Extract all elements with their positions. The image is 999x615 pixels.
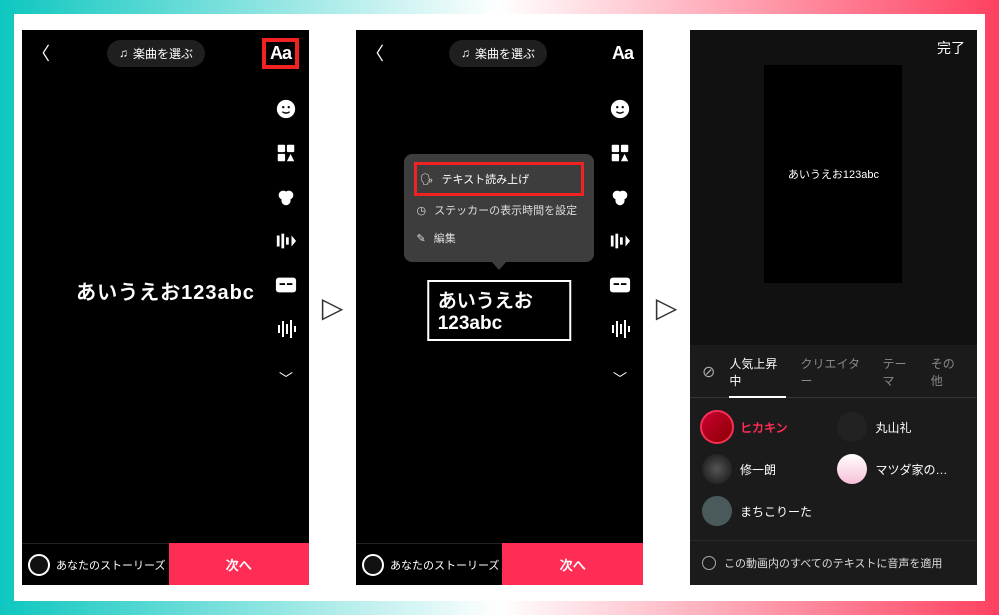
voice-icon[interactable] xyxy=(273,316,299,342)
next-button[interactable]: 次へ xyxy=(169,543,310,585)
video-preview: あいうえお123abc xyxy=(763,64,903,284)
voice-name: 修一朗 xyxy=(740,461,776,478)
music-pill-label: 楽曲を選ぶ xyxy=(133,45,193,62)
done-button[interactable]: 完了 xyxy=(937,38,965,58)
voice-option[interactable]: ヒカキン xyxy=(702,412,830,442)
clock-icon: ◷ xyxy=(416,204,426,217)
filters-icon[interactable] xyxy=(607,184,633,210)
tab-theme[interactable]: テーマ xyxy=(882,355,916,389)
no-voice-icon[interactable]: ⊘ xyxy=(702,362,715,382)
avatar xyxy=(28,554,50,576)
voice-avatar xyxy=(702,454,732,484)
voice-name: マツダ家の… xyxy=(875,461,947,478)
back-icon[interactable]: 〈 xyxy=(366,40,384,66)
menu-set-duration[interactable]: ◷ ステッカーの表示時間を設定 xyxy=(414,196,584,224)
your-stories-button[interactable]: あなたのストーリーズ xyxy=(356,543,503,585)
tab-creator[interactable]: クリエイター xyxy=(800,355,868,389)
voice-avatar xyxy=(702,496,732,526)
voice-name: ヒカキン xyxy=(740,419,788,436)
editor-side-toolbar: ﹀ xyxy=(607,96,633,392)
next-button[interactable]: 次へ xyxy=(502,543,643,585)
voice-option[interactable]: 丸山礼 xyxy=(837,412,965,442)
chevron-down-icon[interactable]: ﹀ xyxy=(273,366,299,392)
text-tool-button[interactable]: Aa xyxy=(262,38,299,69)
select-music-button[interactable]: ♫ 楽曲を選ぶ xyxy=(107,40,205,67)
voice-icon[interactable] xyxy=(607,316,633,342)
audio-edit-icon[interactable] xyxy=(607,228,633,254)
captions-icon[interactable] xyxy=(607,272,633,298)
voice-avatar xyxy=(702,412,732,442)
chevron-down-icon[interactable]: ﹀ xyxy=(607,366,633,392)
stories-label: あなたのストーリーズ xyxy=(390,557,499,573)
editor-screen-1: 〈 ♫ 楽曲を選ぶ Aa ﹀ あいうえお123abc あなたのストーリーズ 次へ xyxy=(22,30,309,585)
apply-all-label: この動画内のすべてのテキストに音声を適用 xyxy=(724,555,942,571)
audio-edit-icon[interactable] xyxy=(273,228,299,254)
tab-other[interactable]: その他 xyxy=(931,355,965,389)
tts-icon: 🗣 xyxy=(419,173,433,186)
music-note-icon: ♫ xyxy=(119,46,128,60)
voice-picker-screen: 完了 あいうえお123abc ⊘ 人気上昇中 クリエイター テーマ その他 ヒカ… xyxy=(690,30,977,585)
flow-arrow-icon: ▷ xyxy=(656,294,678,322)
voice-option[interactable]: 修一朗 xyxy=(702,454,830,484)
effects-icon[interactable] xyxy=(607,140,633,166)
editor-screen-2: 〈 ♫ 楽曲を選ぶ Aa ﹀ 🗣 テキスト読み上げ ◷ ステッカーの表示時間を設… xyxy=(356,30,643,585)
edit-icon: ✎ xyxy=(416,232,425,245)
voice-picker-sheet: ⊘ 人気上昇中 クリエイター テーマ その他 ヒカキン 丸山礼 修一朗 xyxy=(690,345,977,585)
canvas-text[interactable]: あいうえお123abc xyxy=(22,276,309,305)
text-context-menu: 🗣 テキスト読み上げ ◷ ステッカーの表示時間を設定 ✎ 編集 xyxy=(404,154,594,262)
sticker-icon[interactable] xyxy=(607,96,633,122)
voice-option[interactable]: まちこりーた xyxy=(702,496,830,526)
voice-name: 丸山礼 xyxy=(875,419,911,436)
voice-avatar xyxy=(837,412,867,442)
effects-icon[interactable] xyxy=(273,140,299,166)
apply-all-toggle[interactable]: この動画内のすべてのテキストに音声を適用 xyxy=(690,540,977,573)
music-pill-label: 楽曲を選ぶ xyxy=(475,45,535,62)
your-stories-button[interactable]: あなたのストーリーズ xyxy=(22,543,169,585)
radio-icon xyxy=(702,556,716,570)
menu-edit[interactable]: ✎ 編集 xyxy=(414,224,584,252)
voice-avatar xyxy=(837,454,867,484)
back-icon[interactable]: 〈 xyxy=(32,40,50,66)
menu-text-to-speech[interactable]: 🗣 テキスト読み上げ xyxy=(414,162,584,196)
select-music-button[interactable]: ♫ 楽曲を選ぶ xyxy=(449,40,547,67)
text-tool-button[interactable]: Aa xyxy=(612,43,633,64)
avatar xyxy=(362,554,384,576)
editor-side-toolbar: ﹀ xyxy=(273,96,299,392)
canvas-text-selected[interactable]: あいうえお123abc xyxy=(428,280,572,341)
voice-option[interactable]: マツダ家の… xyxy=(837,454,965,484)
tab-trending[interactable]: 人気上昇中 xyxy=(729,355,786,389)
flow-arrow-icon: ▷ xyxy=(322,294,344,322)
stories-label: あなたのストーリーズ xyxy=(56,557,165,573)
music-note-icon: ♫ xyxy=(461,46,470,60)
preview-text: あいうえお123abc xyxy=(788,166,879,182)
voice-name: まちこりーた xyxy=(740,503,812,520)
filters-icon[interactable] xyxy=(273,184,299,210)
sticker-icon[interactable] xyxy=(273,96,299,122)
